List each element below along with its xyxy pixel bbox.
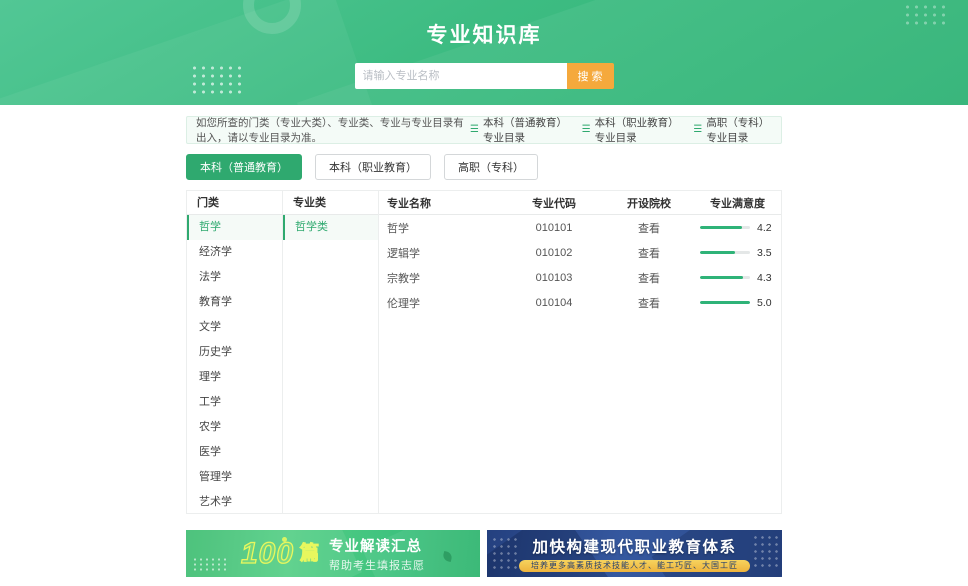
major-code-header: 专业代码: [504, 195, 604, 211]
category-item[interactable]: 艺术学: [187, 490, 282, 515]
banner-count: 100: [241, 539, 294, 569]
catalog-link-label: 本科（普通教育）专业目录: [483, 115, 563, 145]
view-colleges-link[interactable]: 查看: [638, 298, 660, 310]
table-row: 宗教学010103 查看 4.3: [379, 265, 781, 290]
catalog-link-label: 本科（职业教育）专业目录: [595, 115, 675, 145]
search-input[interactable]: [355, 63, 567, 89]
banner-title: 专业解读汇总: [329, 535, 425, 556]
satisfaction-cell: 3.5: [694, 247, 781, 259]
notice-text: 如您所查的门类（专业大类）、专业类、专业与专业目录有出入，请以专业目录为准。: [196, 115, 470, 145]
category-item[interactable]: 法学: [187, 265, 282, 290]
category-item[interactable]: 工学: [187, 390, 282, 415]
menu-list-icon: ☰: [470, 125, 479, 135]
satisfaction-cell: 4.3: [694, 272, 781, 284]
table-row: 哲学010101 查看 4.2: [379, 215, 781, 240]
major-name-cell: 伦理学: [379, 295, 504, 311]
satisfaction-value: 3.5: [757, 247, 775, 259]
table-row: 伦理学010104 查看 5.0: [379, 290, 781, 315]
page-header: 专业知识库 搜 索: [0, 0, 968, 105]
catalog-link-0[interactable]: ☰ 本科（普通教育）专业目录: [470, 115, 563, 145]
promo-banners: 100 篇 专业解读汇总 帮助考生填报志愿 加快构建现代职业教育体系 培养更多高…: [186, 530, 782, 577]
tab-1[interactable]: 本科（职业教育）: [315, 154, 431, 180]
search-button[interactable]: 搜 索: [567, 63, 614, 89]
catalog-link-2[interactable]: ☰ 高职（专科）专业目录: [693, 115, 772, 145]
catalog-link-1[interactable]: ☰ 本科（职业教育）专业目录: [582, 115, 675, 145]
category-item[interactable]: 经济学: [187, 240, 282, 265]
category-item[interactable]: 哲学: [187, 215, 282, 240]
catalog-link-label: 高职（专科）专业目录: [706, 115, 772, 145]
major-name-cell: 宗教学: [379, 270, 504, 286]
major-code-cell: 010104: [504, 297, 604, 309]
major-class-column: 专业类 哲学类: [283, 191, 379, 513]
major-code-cell: 010102: [504, 247, 604, 259]
vocational-education-banner[interactable]: 加快构建现代职业教育体系 培养更多高素质技术技能人才、能工巧匠、大国工匠: [487, 530, 782, 577]
major-class-item[interactable]: 哲学类: [283, 215, 378, 240]
category-column: 门类 哲学经济学法学教育学文学历史学理学工学农学医学管理学艺术学: [187, 191, 283, 513]
majors-list-column: 专业名称 专业代码 开设院校 专业满意度 哲学010101查看4.2逻辑学010…: [379, 191, 781, 513]
banner-count-unit: 篇: [300, 544, 319, 563]
category-item[interactable]: 农学: [187, 415, 282, 440]
table-row: 逻辑学010102 查看 3.5: [379, 240, 781, 265]
search-bar: 搜 索: [355, 63, 614, 89]
satisfaction-bar: [700, 226, 750, 229]
view-colleges-link[interactable]: 查看: [638, 273, 660, 285]
category-column-header: 门类: [187, 191, 282, 215]
majors-table-header: 专业名称 专业代码 开设院校 专业满意度: [379, 191, 781, 215]
category-item[interactable]: 医学: [187, 440, 282, 465]
major-class-column-header: 专业类: [283, 191, 378, 215]
catalog-links: ☰ 本科（普通教育）专业目录 ☰ 本科（职业教育）专业目录 ☰ 高职（专科）专业目录: [470, 115, 772, 145]
tab-0[interactable]: 本科（普通教育）: [186, 154, 302, 180]
view-colleges-link[interactable]: 查看: [638, 223, 660, 235]
category-item[interactable]: 理学: [187, 365, 282, 390]
notice-bar: 如您所查的门类（专业大类）、专业类、专业与专业目录有出入，请以专业目录为准。 ☰…: [186, 116, 782, 144]
banner-title: 加快构建现代职业教育体系: [532, 535, 736, 557]
major-name-cell: 哲学: [379, 220, 504, 236]
category-item[interactable]: 历史学: [187, 340, 282, 365]
satisfaction-cell: 4.2: [694, 222, 781, 234]
major-name-cell: 逻辑学: [379, 245, 504, 261]
major-code-cell: 010103: [504, 272, 604, 284]
satisfaction-bar: [700, 276, 750, 279]
satisfaction-value: 5.0: [757, 297, 775, 309]
menu-list-icon: ☰: [582, 125, 591, 135]
tab-2[interactable]: 高职（专科）: [444, 154, 538, 180]
category-item[interactable]: 文学: [187, 315, 282, 340]
satisfaction-value: 4.2: [757, 222, 775, 234]
menu-list-icon: ☰: [693, 125, 702, 135]
major-guide-banner[interactable]: 100 篇 专业解读汇总 帮助考生填报志愿: [186, 530, 480, 577]
education-level-tabs: 本科（普通教育） 本科（职业教育） 高职（专科）: [186, 154, 782, 180]
page-title: 专业知识库: [0, 0, 968, 49]
category-item[interactable]: 教育学: [187, 290, 282, 315]
category-item[interactable]: 管理学: [187, 465, 282, 490]
satisfaction-bar: [700, 251, 750, 254]
banner-subtitle: 帮助考生填报志愿: [329, 557, 425, 573]
banner-subtitle-pill: 培养更多高素质技术技能人才、能工巧匠、大国工匠: [519, 560, 750, 572]
colleges-header: 开设院校: [604, 195, 694, 211]
satisfaction-bar: [700, 301, 750, 304]
major-code-cell: 010101: [504, 222, 604, 234]
dots-pattern-icon: [190, 64, 244, 94]
satisfaction-cell: 5.0: [694, 297, 781, 309]
satisfaction-header: 专业满意度: [694, 195, 781, 211]
major-name-header: 专业名称: [379, 195, 504, 211]
majors-table: 门类 哲学经济学法学教育学文学历史学理学工学农学医学管理学艺术学 专业类 哲学类…: [186, 190, 782, 514]
view-colleges-link[interactable]: 查看: [638, 248, 660, 260]
satisfaction-value: 4.3: [757, 272, 775, 284]
